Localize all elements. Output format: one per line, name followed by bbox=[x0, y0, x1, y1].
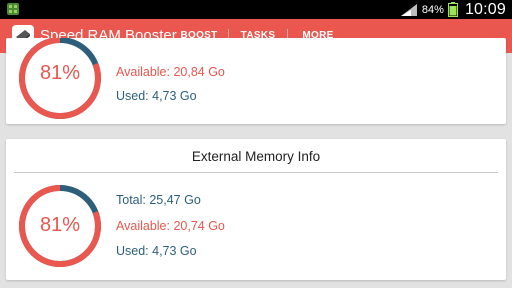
ram-info-card: 81% Available: 20,84 Go Used: 4,73 Go bbox=[6, 38, 506, 124]
battery-percent: 84% bbox=[421, 3, 444, 16]
external-memory-card: External Memory Info 81% Total: 25,47 Go… bbox=[6, 139, 506, 280]
ram-usage-percent: 81% bbox=[39, 62, 81, 84]
ram-available: Available: 20,84 Go bbox=[116, 65, 225, 79]
status-bar: 84% 10:09 bbox=[0, 0, 512, 19]
external-usage-percent: 81% bbox=[39, 214, 81, 236]
battery-icon bbox=[447, 2, 458, 17]
status-clock: 10:09 bbox=[464, 0, 506, 18]
android-notification-icon bbox=[7, 3, 19, 15]
card-title-divider bbox=[14, 172, 498, 173]
ram-used: Used: 4,73 Go bbox=[116, 89, 197, 103]
external-memory-title: External Memory Info bbox=[191, 149, 321, 164]
status-bar-right: 84% 10:09 bbox=[400, 0, 506, 19]
external-used: Used: 4,73 Go bbox=[116, 244, 197, 258]
signal-strength-icon bbox=[400, 3, 417, 16]
external-total: Total: 25,47 Go bbox=[116, 193, 201, 207]
external-available: Available: 20,74 Go bbox=[116, 219, 225, 233]
ram-usage-gauge: 81% bbox=[18, 38, 102, 120]
external-usage-gauge: 81% bbox=[18, 184, 102, 268]
